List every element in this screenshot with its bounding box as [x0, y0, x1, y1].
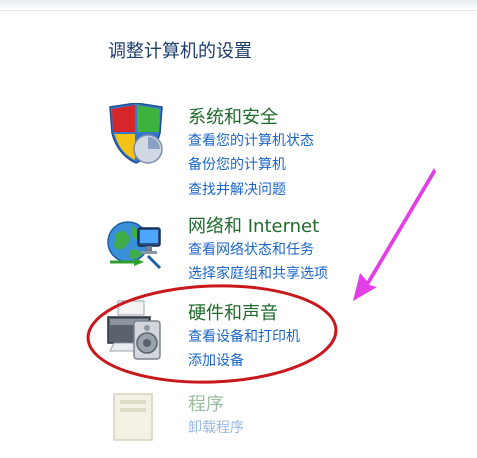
link-uninstall-program[interactable]: 卸载程序	[188, 417, 244, 437]
link-backup-computer[interactable]: 备份您的计算机	[188, 154, 286, 174]
window-top-strip	[0, 0, 477, 11]
category-title[interactable]: 系统和安全	[188, 103, 278, 129]
printer-speaker-icon[interactable]	[104, 299, 168, 363]
link-add-device[interactable]: 添加设备	[188, 350, 244, 370]
programs-icon[interactable]	[104, 390, 168, 454]
link-devices-printers[interactable]: 查看设备和打印机	[188, 326, 300, 346]
link-view-computer-status[interactable]: 查看您的计算机状态	[188, 130, 314, 150]
network-globe-icon[interactable]	[104, 212, 168, 276]
category-title[interactable]: 硬件和声音	[188, 299, 278, 325]
pointer-arrow	[353, 168, 436, 301]
link-homegroup-sharing[interactable]: 选择家庭组和共享选项	[188, 263, 328, 283]
category-title[interactable]: 程序	[188, 390, 224, 416]
category-title[interactable]: 网络和 Internet	[188, 212, 319, 238]
link-view-network-status[interactable]: 查看网络状态和任务	[188, 239, 314, 259]
page-title: 调整计算机的设置	[108, 41, 252, 62]
link-troubleshoot[interactable]: 查找并解决问题	[188, 179, 286, 199]
shield-icon[interactable]	[104, 102, 168, 167]
